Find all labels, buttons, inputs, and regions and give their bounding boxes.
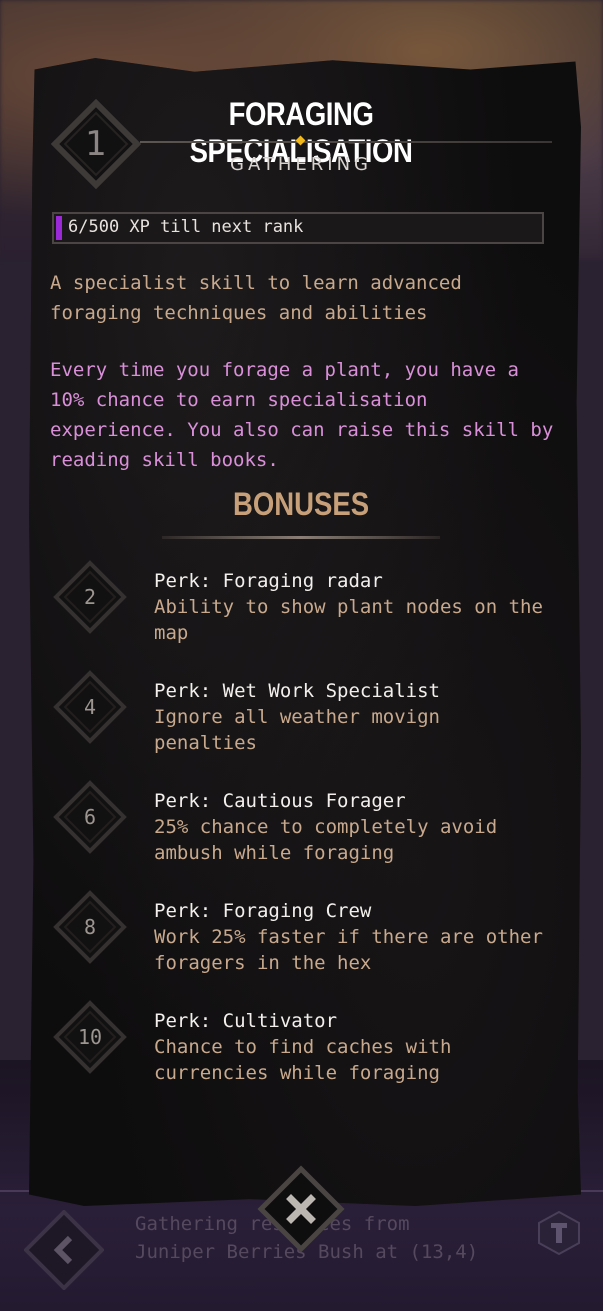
side-action-button[interactable] xyxy=(536,1210,582,1256)
rank-number: 1 xyxy=(85,124,107,164)
close-button[interactable] xyxy=(257,1165,345,1253)
perk-level-number: 6 xyxy=(83,805,97,829)
perk-name: Perk: Foraging Crew xyxy=(154,900,372,922)
perk-description: Work 25% faster if there are other forag… xyxy=(154,926,543,974)
perk-name: Perk: Wet Work Specialist xyxy=(154,680,440,702)
perk-description: Ignore all weather movign penalties xyxy=(154,706,440,754)
bonuses-heading: BONUSES xyxy=(232,486,370,522)
perk-level-number: 8 xyxy=(83,915,97,939)
perk-name: Perk: Cautious Forager xyxy=(154,790,406,812)
perk-description: Ability to show plant nodes on the map xyxy=(154,596,543,644)
perk-description: 25% chance to completely avoid ambush wh… xyxy=(154,816,498,864)
bonuses-divider xyxy=(162,536,440,539)
perk-level-number: 4 xyxy=(83,695,97,719)
title-divider xyxy=(140,141,552,143)
xp-progress-fill xyxy=(56,216,62,240)
perk-name: Perk: Foraging radar xyxy=(154,570,383,592)
perk-level-number: 2 xyxy=(83,585,97,609)
skill-info: Every time you forage a plant, you have … xyxy=(50,359,554,471)
perk-description: Chance to find caches with currencies wh… xyxy=(154,1036,452,1084)
xp-progress-bar: 6/500 XP till next rank xyxy=(52,212,544,244)
back-button[interactable] xyxy=(24,1210,104,1290)
xp-label: 6/500 XP till next rank xyxy=(68,217,304,237)
skill-description: A specialist skill to learn advanced for… xyxy=(50,272,462,324)
category-subtitle: GATHERING xyxy=(230,154,372,175)
perk-name: Perk: Cultivator xyxy=(154,1010,338,1032)
perk-level-number: 10 xyxy=(77,1025,103,1049)
